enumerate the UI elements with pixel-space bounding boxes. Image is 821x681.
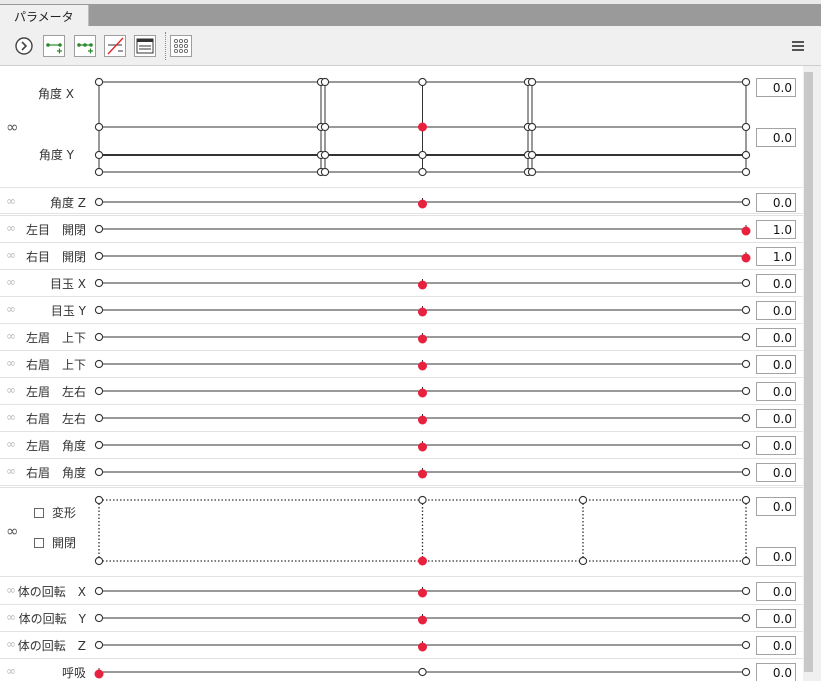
current-value-marker[interactable] [418, 615, 427, 625]
key-point[interactable] [527, 150, 537, 160]
key-point[interactable] [578, 556, 588, 566]
key-point[interactable] [741, 467, 751, 477]
key-point[interactable] [741, 613, 751, 623]
key-point[interactable] [741, 495, 751, 505]
key-point[interactable] [418, 167, 427, 177]
current-value-marker[interactable] [418, 442, 427, 452]
key-point[interactable] [94, 495, 104, 505]
key-point[interactable] [741, 278, 751, 288]
key-point[interactable] [578, 495, 588, 505]
key-point[interactable] [527, 122, 537, 132]
current-value-marker[interactable] [94, 669, 104, 679]
current-value-marker[interactable] [741, 226, 751, 236]
key-point[interactable] [94, 413, 104, 423]
key-point[interactable] [94, 197, 104, 207]
key-point[interactable] [741, 305, 751, 315]
key-point[interactable] [94, 440, 104, 450]
key-point[interactable] [741, 640, 751, 650]
key-point[interactable] [320, 77, 330, 87]
current-value-marker[interactable] [418, 556, 427, 566]
key-point[interactable] [741, 197, 751, 207]
key-point[interactable] [94, 122, 104, 132]
key-point[interactable] [741, 556, 751, 566]
current-value-marker[interactable] [418, 334, 427, 344]
key-point[interactable] [527, 77, 537, 87]
key-point[interactable] [741, 359, 751, 369]
key-point[interactable] [320, 150, 330, 160]
key-point[interactable] [741, 332, 751, 342]
current-value-marker[interactable] [418, 361, 427, 371]
key-point[interactable] [94, 556, 104, 566]
parameter-panel-window: パラメータ 角度 X 角度 Y ∞ 0.0 0.0 変形 開閉 ∞ 0.0 0.… [0, 0, 821, 681]
key-point[interactable] [741, 667, 751, 677]
key-point[interactable] [741, 122, 751, 132]
current-value-marker[interactable] [418, 122, 427, 132]
current-value-marker[interactable] [418, 199, 427, 209]
key-point[interactable] [741, 150, 751, 160]
key-point[interactable] [418, 667, 427, 677]
key-point[interactable] [94, 251, 104, 261]
key-point[interactable] [741, 386, 751, 396]
key-point[interactable] [418, 150, 427, 160]
key-point[interactable] [418, 495, 427, 505]
key-point[interactable] [94, 586, 104, 596]
key-point[interactable] [741, 586, 751, 596]
key-point[interactable] [741, 413, 751, 423]
current-value-marker[interactable] [418, 388, 427, 398]
key-point[interactable] [741, 77, 751, 87]
current-value-marker[interactable] [741, 253, 751, 263]
current-value-marker[interactable] [418, 307, 427, 317]
current-value-marker[interactable] [418, 415, 427, 425]
key-point[interactable] [527, 167, 537, 177]
key-point[interactable] [94, 278, 104, 288]
key-point[interactable] [94, 640, 104, 650]
key-point[interactable] [94, 167, 104, 177]
parameter-tracks[interactable] [0, 0, 821, 681]
key-point[interactable] [94, 613, 104, 623]
key-point[interactable] [94, 386, 104, 396]
key-point[interactable] [418, 77, 427, 87]
key-point[interactable] [94, 224, 104, 234]
key-point[interactable] [94, 467, 104, 477]
current-value-marker[interactable] [418, 588, 427, 598]
key-point[interactable] [320, 167, 330, 177]
key-point[interactable] [94, 332, 104, 342]
key-point[interactable] [94, 150, 104, 160]
key-point[interactable] [741, 167, 751, 177]
key-point[interactable] [741, 440, 751, 450]
key-point[interactable] [94, 359, 104, 369]
key-point[interactable] [320, 122, 330, 132]
current-value-marker[interactable] [418, 642, 427, 652]
key-point[interactable] [94, 305, 104, 315]
key-point[interactable] [94, 77, 104, 87]
current-value-marker[interactable] [418, 280, 427, 290]
current-value-marker[interactable] [418, 469, 427, 479]
